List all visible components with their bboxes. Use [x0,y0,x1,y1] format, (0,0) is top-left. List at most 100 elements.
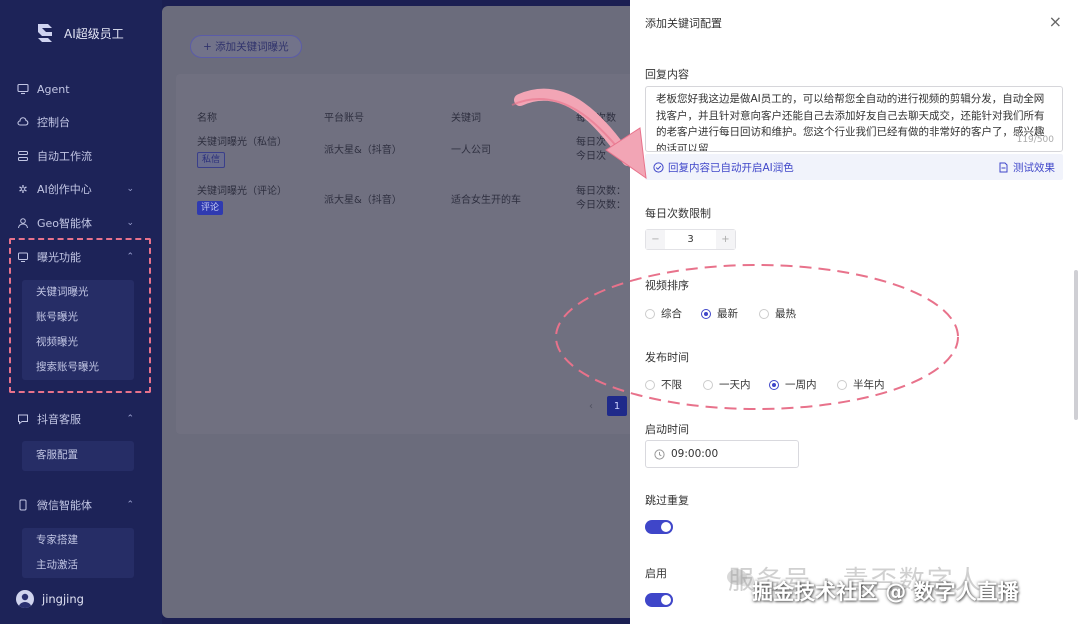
row-account: 派大星&（抖音） [324,145,402,156]
table-row[interactable]: 关键词曝光（评论） 评论 [197,185,287,215]
sparkle-icon: ✲ [18,182,28,196]
skip-duplicate-label: 跳过重复 [645,494,689,507]
sidebar-item-label: Geo智能体 [37,217,93,230]
skip-duplicate-toggle[interactable] [645,520,673,534]
radio-label: 最热 [775,308,796,320]
radio-sort-latest[interactable]: 最新 [701,306,759,321]
plus-button[interactable]: + [716,230,735,249]
pager-current-page[interactable]: 1 [607,396,627,416]
ai-polish-text: 回复内容已自动开启AI润色 [668,161,794,174]
radio-sort-hottest[interactable]: 最热 [759,306,819,321]
sidebar-item-wechat[interactable]: 微信智能体 ⌃ [16,494,150,516]
cloud-icon [16,115,30,129]
sort-label: 视频排序 [645,279,689,292]
daily-limit-stepper[interactable]: − 3 + [645,229,736,250]
sidebar-item-agent[interactable]: Agent [16,78,150,100]
brand-name: AI超级员工 [64,26,124,41]
minus-button[interactable]: − [646,230,665,249]
chat-icon [16,412,30,426]
watermark-juejin: 掘金技术社区 @ 数字人直播 [752,580,1019,604]
radio-dot [703,379,713,390]
sidebar-item-label: 微信智能体 [37,499,92,512]
row-keyword: 适合女生开的车 [451,195,521,206]
drawer-scrollbar[interactable] [1074,270,1078,420]
username: jingjing [42,592,84,606]
table-row[interactable]: 关键词曝光（私信） 私信 [197,136,287,168]
radio-label: 最新 [717,308,738,320]
sidebar-item-workflow[interactable]: 自动工作流 [16,145,150,167]
radio-publish-halfyear[interactable]: 半年内 [837,377,903,392]
chevron-down-icon: ⌄ [126,218,134,228]
logo-icon [38,24,52,42]
row-daily-count: 每日次 [576,137,606,148]
submenu-item-active-activation[interactable]: 主动激活 [22,553,134,578]
radio-label: 综合 [661,308,682,320]
test-effect-button[interactable]: 测试效果 [998,160,1055,175]
person-icon [16,216,30,230]
row-daily: 每日次 今日次 [576,136,606,164]
reply-text: 老板您好我这边是做AI员工的，可以给帮您全自动的进行视频的剪辑分发，自动全网找客… [656,93,1045,152]
enable-toggle[interactable] [645,593,673,607]
close-icon[interactable]: × [1049,12,1062,31]
row-today-count: 今日次 [576,151,606,162]
chevron-up-icon: ⌃ [126,500,134,510]
brand-logo[interactable]: AI超级员工 [34,22,124,44]
radio-publish-any[interactable]: 不限 [645,377,703,392]
column-header-keyword: 关键词 [451,113,481,124]
radio-publish-week[interactable]: 一周内 [769,377,837,392]
radio-sort-comprehensive[interactable]: 综合 [645,306,701,321]
ai-polish-hint: 回复内容已自动开启AI润色 [653,160,794,175]
enable-label: 启用 [645,567,667,580]
radio-label: 半年内 [853,379,885,391]
sidebar-item-ai-create[interactable]: ✲ AI创作中心 ⌄ [16,178,150,200]
test-effect-label: 测试效果 [1013,161,1055,174]
main-content: + 添加关键词曝光 名称 平台账号 关键词 每日次数 关键词曝光（私信） 私信 … [162,6,640,618]
sort-radio-group: 综合 最新 最热 [645,306,819,321]
document-icon [999,162,1008,172]
monitor-icon [16,82,30,96]
avatar [16,590,34,608]
service-submenu: 客服配置 [22,441,134,471]
tag-badge: 私信 [197,152,226,168]
sidebar-item-label: 抖音客服 [37,413,81,426]
char-counter: 119/500 [1016,134,1054,145]
check-circle-icon [653,161,664,173]
drawer-title: 添加关键词配置 [645,17,722,30]
sidebar-item-console[interactable]: 控制台 [16,111,150,133]
sidebar-item-label: AI创作中心 [37,183,92,196]
phone-icon [16,498,30,512]
add-keyword-exposure-button[interactable]: + 添加关键词曝光 [190,35,302,58]
pager-prev-button[interactable]: ‹ [581,396,601,416]
row-account: 派大星&（抖音） [324,195,402,206]
sidebar-item-label: Agent [37,82,70,96]
radio-dot [701,308,711,319]
start-time-label: 启动时间 [645,423,689,436]
stepper-value[interactable]: 3 [665,234,716,245]
annotation-dashed-box [9,238,151,393]
row-today-count: 今日次数： [576,200,626,211]
sidebar-item-geo[interactable]: Geo智能体 ⌄ [16,212,150,234]
column-header-account: 平台账号 [324,113,364,124]
radio-label: 一天内 [719,379,751,391]
user-profile[interactable]: jingjing [16,590,84,608]
tag-badge: 评论 [197,201,224,215]
reply-textarea[interactable]: 老板您好我这边是做AI员工的，可以给帮您全自动的进行视频的剪辑分发，自动全网找客… [645,86,1063,152]
radio-dot [837,379,847,390]
publish-radio-group: 不限 一天内 一周内 半年内 [645,377,903,392]
wechat-submenu: 专家搭建 主动激活 [22,528,134,578]
sidebar-item-label: 自动工作流 [37,150,92,163]
row-name: 关键词曝光（私信） [197,137,287,148]
start-time-value: 09:00:00 [671,448,719,460]
radio-dot [759,308,769,319]
keyword-config-drawer: 添加关键词配置 × 回复内容 老板您好我这边是做AI员工的，可以给帮您全自动的进… [630,0,1080,624]
sidebar-item-douyin-service[interactable]: 抖音客服 ⌃ [16,408,150,430]
column-header-name: 名称 [197,113,217,124]
radio-publish-day[interactable]: 一天内 [703,377,769,392]
chevron-up-icon: ⌃ [126,414,134,424]
start-time-input[interactable]: 09:00:00 [645,440,799,468]
submenu-item-service-config[interactable]: 客服配置 [22,441,134,471]
ai-polish-bar: 回复内容已自动开启AI润色 测试效果 [645,154,1063,180]
submenu-item-expert-build[interactable]: 专家搭建 [22,528,134,553]
radio-dot [645,308,655,319]
row-daily: 每日次数： 今日次数： [576,185,626,213]
